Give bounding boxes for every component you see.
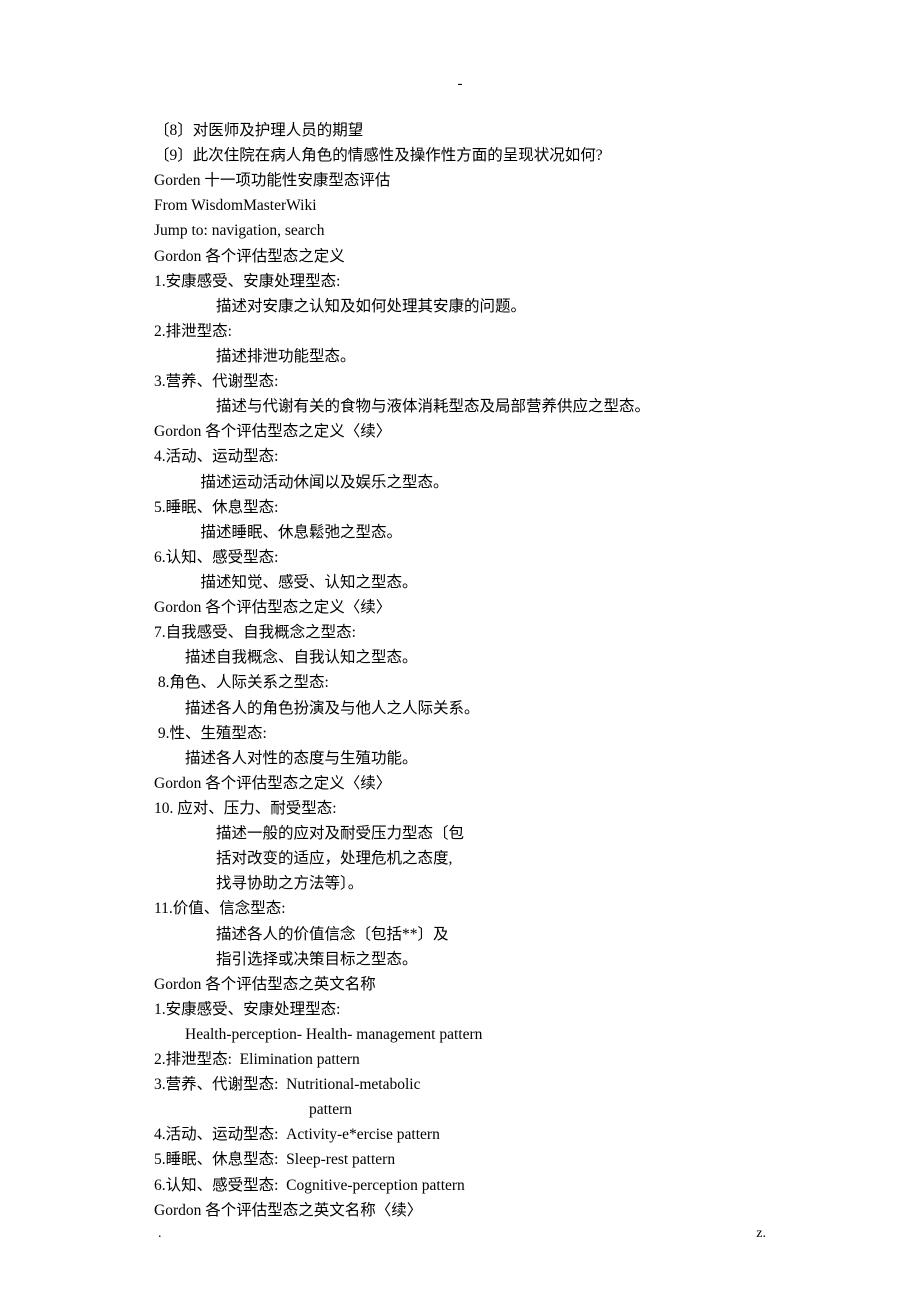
text-line: 指引选择或决策目标之型态。	[154, 947, 780, 972]
text-line: 3.营养、代谢型态:	[154, 369, 780, 394]
text-line: 11.价值、信念型态:	[154, 896, 780, 921]
text-line: 括对改变的适应，处理危机之态度,	[154, 846, 780, 871]
text-line: 找寻协助之方法等〕。	[154, 871, 780, 896]
text-line: 8.角色、人际关系之型态:	[154, 670, 780, 695]
page-footer-left: .	[158, 1223, 162, 1246]
text-line: 描述各人的价值信念〔包括**〕及	[154, 922, 780, 947]
text-line: pattern	[154, 1097, 780, 1122]
text-line: 描述与代谢有关的食物与液体消耗型态及局部营养供应之型态。	[154, 394, 780, 419]
text-line: 7.自我感受、自我概念之型态:	[154, 620, 780, 645]
text-line: 描述运动活动休闻以及娱乐之型态。	[154, 470, 780, 495]
text-line: 描述各人的角色扮演及与他人之人际关系。	[154, 696, 780, 721]
text-line: 1.安康感受、安康处理型态:	[154, 269, 780, 294]
text-line: 描述睡眠、休息鬆弛之型态。	[154, 520, 780, 545]
page-footer-right: z.	[756, 1223, 766, 1246]
text-line: Health-perception- Health- management pa…	[154, 1022, 780, 1047]
text-line: 6.认知、感受型态:	[154, 545, 780, 570]
text-line: Gordon 各个评估型态之英文名称	[154, 972, 780, 997]
text-line: From WisdomMasterWiki	[154, 193, 780, 218]
text-line: Gordon 各个评估型态之定义	[154, 244, 780, 269]
text-line: 6.认知、感受型态: Cognitive-perception pattern	[154, 1173, 780, 1198]
page-top-mark: -	[458, 72, 463, 96]
text-line: 3.营养、代谢型态: Nutritional-metabolic	[154, 1072, 780, 1097]
text-line: 4.活动、运动型态: Activity-e*ercise pattern	[154, 1122, 780, 1147]
text-line: Gordon 各个评估型态之英文名称〈续〉	[154, 1198, 780, 1223]
text-line: 1.安康感受、安康处理型态:	[154, 997, 780, 1022]
text-line: 描述知觉、感受、认知之型态。	[154, 570, 780, 595]
text-line: 描述对安康之认知及如何处理其安康的问题。	[154, 294, 780, 319]
text-line: 5.睡眠、休息型态:	[154, 495, 780, 520]
text-line: Gordon 各个评估型态之定义〈续〉	[154, 595, 780, 620]
text-line: 10. 应对、压力、耐受型态:	[154, 796, 780, 821]
text-line: Gorden 十一项功能性安康型态评估	[154, 168, 780, 193]
text-line: 5.睡眠、休息型态: Sleep-rest pattern	[154, 1147, 780, 1172]
text-line: 〔9〕此次住院在病人角色的情感性及操作性方面的呈现状况如何?	[154, 143, 780, 168]
text-line: 描述一般的应对及耐受压力型态〔包	[154, 821, 780, 846]
text-line: 2.排泄型态: Elimination pattern	[154, 1047, 780, 1072]
text-line: 4.活动、运动型态:	[154, 444, 780, 469]
text-line: 描述排泄功能型态。	[154, 344, 780, 369]
document-body: 〔8〕对医师及护理人员的期望〔9〕此次住院在病人角色的情感性及操作性方面的呈现状…	[0, 0, 920, 1303]
text-line: 描述自我概念、自我认知之型态。	[154, 645, 780, 670]
text-line: 〔8〕对医师及护理人员的期望	[154, 118, 780, 143]
text-line: Jump to: navigation, search	[154, 218, 780, 243]
text-line: Gordon 各个评估型态之定义〈续〉	[154, 771, 780, 796]
text-line: 9.性、生殖型态:	[154, 721, 780, 746]
text-line: 描述各人对性的态度与生殖功能。	[154, 746, 780, 771]
text-line: 2.排泄型态:	[154, 319, 780, 344]
text-line: Gordon 各个评估型态之定义〈续〉	[154, 419, 780, 444]
